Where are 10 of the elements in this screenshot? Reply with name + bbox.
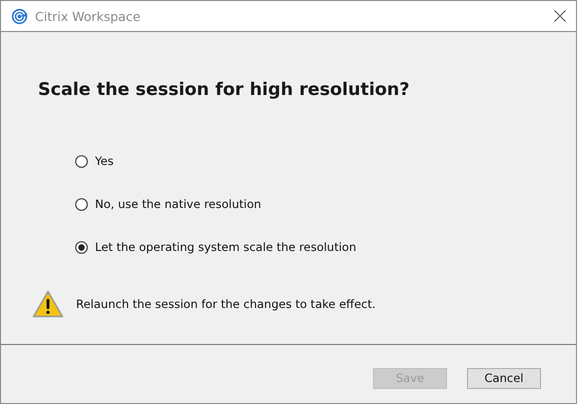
dialog-heading: Scale the session for high resolution?	[38, 80, 411, 100]
window-title: Citrix Workspace	[35, 8, 142, 24]
warning-icon	[32, 290, 64, 318]
close-icon[interactable]	[554, 10, 566, 22]
warning-message: Relaunch the session for the changes to take effect.	[76, 297, 376, 311]
radio-option[interactable]: No, use the native resolution	[75, 197, 262, 211]
dialog-button[interactable]: Cancel	[467, 368, 541, 388]
radio-option[interactable]: Yes	[75, 154, 114, 168]
app-logo-icon	[11, 8, 28, 24]
radio-option[interactable]: Let the operating system scale the resolution	[75, 240, 356, 254]
